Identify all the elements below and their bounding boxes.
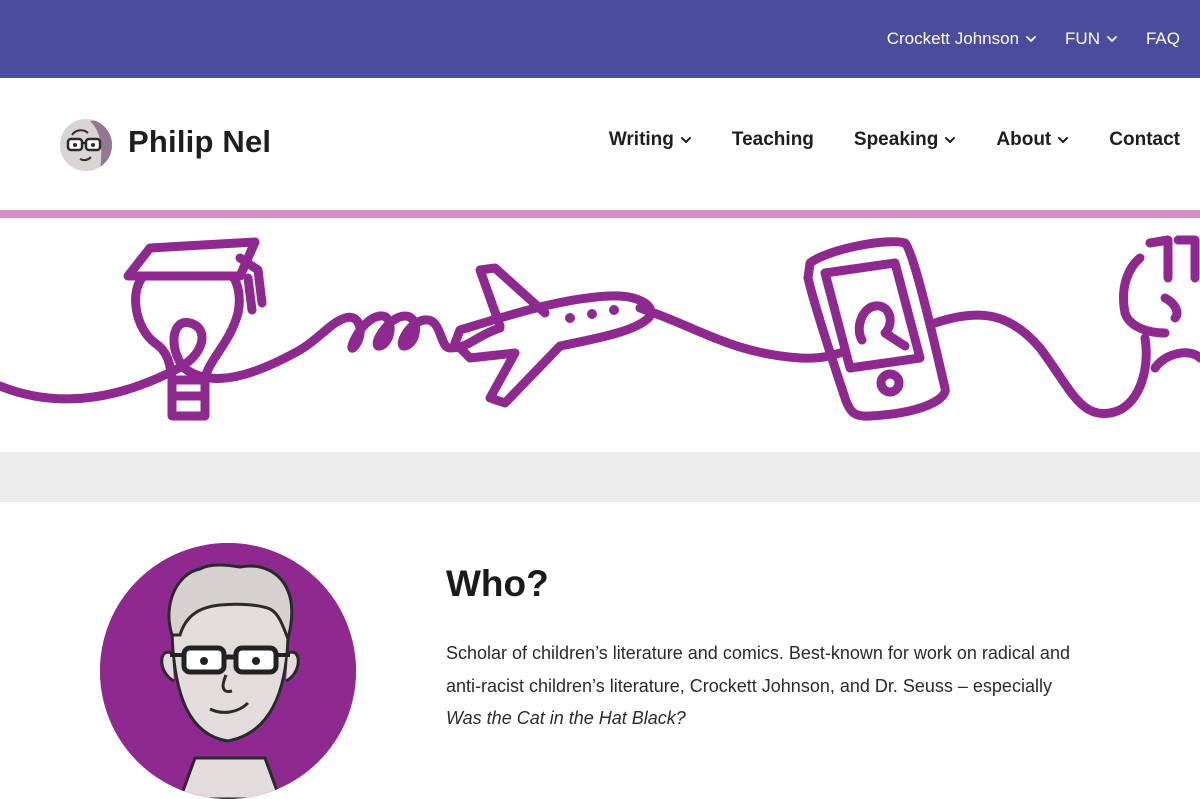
top-utility-bar: Crockett Johnson FUN FAQ	[0, 0, 1200, 78]
nav-writing[interactable]: Writing	[609, 129, 692, 151]
nav-speaking[interactable]: Speaking	[854, 129, 956, 151]
utility-nav-fun[interactable]: FUN	[1065, 29, 1118, 49]
main-nav: Writing Teaching Speaking About Contact	[609, 129, 1180, 151]
utility-nav-faq[interactable]: FAQ	[1146, 29, 1180, 49]
nav-label: Speaking	[853, 129, 939, 150]
hero-banner	[0, 218, 1200, 452]
chevron-down-icon	[944, 134, 956, 146]
nav-label: Writing	[608, 129, 674, 150]
chevron-down-icon	[1025, 33, 1037, 45]
chevron-down-icon	[1106, 33, 1118, 45]
chevron-down-icon	[680, 134, 692, 146]
intro-section: Who? Scholar of children’s literature an…	[0, 502, 1200, 799]
intro-paragraph: Scholar of children’s literature and com…	[446, 637, 1086, 735]
chevron-down-icon	[1057, 134, 1069, 146]
intro-text: Scholar of children’s literature and com…	[446, 643, 1070, 696]
utility-nav-label: FAQ	[1145, 29, 1180, 48]
gray-spacer-band	[0, 452, 1200, 502]
banner-line-art	[0, 235, 1200, 421]
utility-nav-label: Crockett Johnson	[886, 29, 1020, 48]
nav-teaching[interactable]: Teaching	[732, 129, 814, 151]
site-header: Philip Nel Writing Teaching Speaking Abo…	[0, 78, 1200, 210]
utility-nav-crockett-johnson[interactable]: Crockett Johnson	[887, 29, 1037, 49]
utility-nav-label: FUN	[1065, 29, 1100, 48]
nav-label: Teaching	[731, 129, 814, 150]
nav-about[interactable]: About	[996, 129, 1069, 151]
nav-label: About	[996, 129, 1052, 150]
intro-heading: Who?	[446, 563, 549, 604]
utility-nav: Crockett Johnson FUN FAQ	[887, 0, 1180, 78]
book-title-link[interactable]: Was the Cat in the Hat Black?	[446, 708, 686, 728]
site-logo-avatar[interactable]	[60, 119, 112, 171]
nav-contact[interactable]: Contact	[1109, 129, 1180, 151]
site-title[interactable]: Philip Nel	[128, 124, 271, 160]
nav-label: Contact	[1109, 129, 1180, 150]
header-divider	[0, 210, 1200, 218]
author-portrait	[100, 543, 356, 799]
